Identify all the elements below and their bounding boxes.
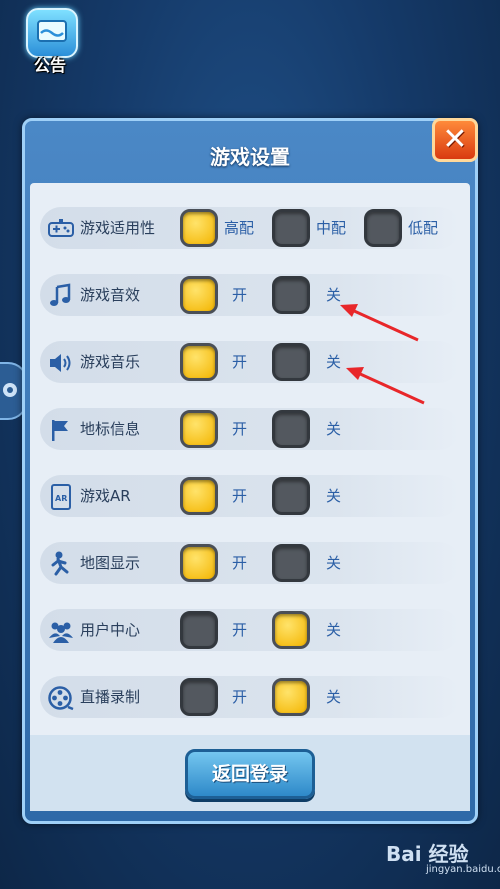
option-label[interactable]: 关: [326, 351, 341, 372]
option-label[interactable]: 开: [232, 284, 247, 305]
watermark: Bai 经验 jingyan.baidu.com: [386, 838, 500, 875]
setting-label: 用户中心: [80, 621, 141, 639]
speaker-icon: [48, 350, 74, 376]
ar-icon: AR: [48, 484, 74, 510]
settings-row: 游戏适用性 高配 中配 低配: [40, 204, 460, 252]
option-toggle-selected[interactable]: [272, 678, 310, 716]
option-label[interactable]: 高配: [224, 217, 254, 238]
setting-label: 游戏适用性: [80, 219, 156, 237]
option-label[interactable]: 关: [326, 552, 341, 573]
setting-label: 直播录制: [80, 688, 141, 706]
option-toggle[interactable]: [180, 678, 218, 716]
settings-row: AR 游戏AR 开 关: [40, 472, 460, 520]
settings-row: 游戏音乐 开 关: [40, 338, 460, 386]
option-label[interactable]: 开: [232, 418, 247, 439]
option-label[interactable]: 开: [232, 686, 247, 707]
option-label[interactable]: 关: [326, 418, 341, 439]
option-toggle-selected[interactable]: [180, 343, 218, 381]
setting-label: 地图显示: [80, 554, 141, 572]
notice-icon: [26, 8, 78, 58]
flag-icon: [48, 417, 74, 443]
settings-row: 用户中心 开 关: [40, 606, 460, 654]
option-label[interactable]: 开: [232, 619, 247, 640]
option-label[interactable]: 关: [326, 284, 341, 305]
settings-row: 地图显示 开 关: [40, 539, 460, 587]
gamepad-icon: [48, 216, 74, 242]
option-label[interactable]: 关: [326, 485, 341, 506]
setting-label: 游戏AR: [80, 487, 131, 505]
option-label[interactable]: 关: [326, 686, 341, 707]
settings-row: 直播录制 开 关: [40, 673, 460, 721]
watermark-url: jingyan.baidu.com: [426, 864, 500, 875]
option-label[interactable]: 低配: [408, 217, 438, 238]
option-toggle[interactable]: [272, 209, 310, 247]
option-toggle-selected[interactable]: [180, 477, 218, 515]
option-toggle-selected[interactable]: [180, 209, 218, 247]
return-login-button[interactable]: 返回登录: [185, 749, 315, 799]
option-toggle-selected[interactable]: [272, 611, 310, 649]
option-toggle-selected[interactable]: [180, 410, 218, 448]
option-toggle-selected[interactable]: [180, 276, 218, 314]
close-button[interactable]: ✕: [432, 118, 478, 162]
settings-row: 游戏音效 开 关: [40, 271, 460, 319]
option-label[interactable]: 关: [326, 619, 341, 640]
users-icon: [48, 618, 74, 644]
setting-label: 地标信息: [80, 420, 141, 438]
option-label[interactable]: 开: [232, 485, 247, 506]
panel-title: 游戏设置: [210, 145, 290, 169]
music-note-icon: [48, 283, 74, 309]
gear-icon: [3, 383, 17, 397]
option-toggle-selected[interactable]: [180, 544, 218, 582]
film-reel-icon: [48, 685, 74, 711]
option-toggle[interactable]: [272, 477, 310, 515]
option-label[interactable]: 开: [232, 552, 247, 573]
return-login-label: 返回登录: [211, 763, 288, 785]
option-label[interactable]: 开: [232, 351, 247, 372]
close-icon: ✕: [442, 122, 468, 157]
svg-text:AR: AR: [55, 494, 67, 503]
option-toggle[interactable]: [272, 544, 310, 582]
option-toggle[interactable]: [272, 276, 310, 314]
option-label[interactable]: 中配: [316, 217, 346, 238]
option-toggle[interactable]: [364, 209, 402, 247]
notice-button[interactable]: 公告: [20, 8, 82, 75]
option-toggle[interactable]: [180, 611, 218, 649]
option-toggle[interactable]: [272, 410, 310, 448]
setting-label: 游戏音乐: [80, 353, 141, 371]
running-figure-icon: [48, 551, 74, 577]
option-toggle[interactable]: [272, 343, 310, 381]
notice-label: 公告: [33, 56, 66, 75]
setting-label: 游戏音效: [80, 286, 141, 304]
settings-row: 地标信息 开 关: [40, 405, 460, 453]
watermark-brand: Bai 经验: [386, 842, 469, 866]
